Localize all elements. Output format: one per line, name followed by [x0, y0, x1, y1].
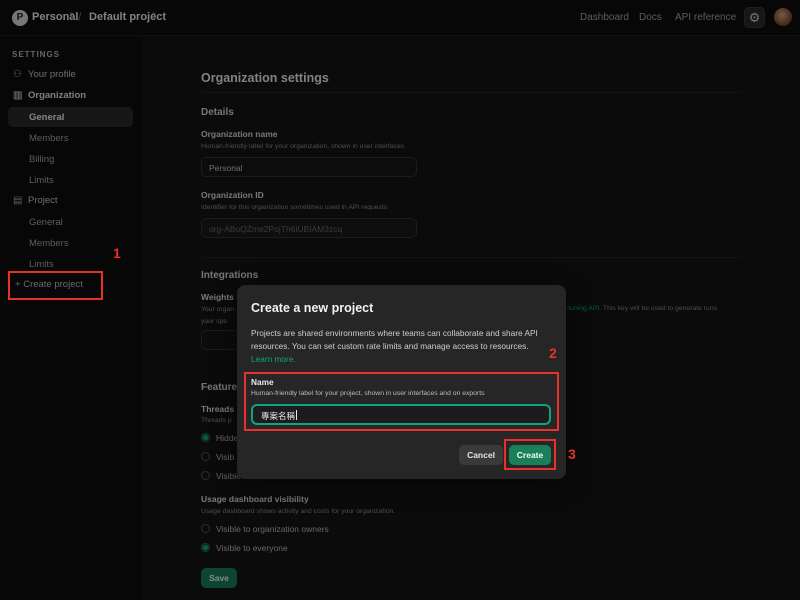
dialog-description: Projects are shared environments where t…	[251, 327, 551, 365]
annotation-number-3: 3	[568, 446, 576, 462]
annotation-box-create-project	[8, 271, 103, 300]
annotation-box-name	[244, 372, 559, 431]
annotation-number-2: 2	[549, 345, 557, 361]
annotation-number-1: 1	[113, 245, 121, 261]
annotation-box-create	[504, 439, 556, 470]
dialog-description-text: Projects are shared environments where t…	[251, 328, 538, 351]
dialog-title: Create a new project	[251, 301, 374, 315]
cancel-button[interactable]: Cancel	[459, 445, 503, 465]
learn-more-link[interactable]: Learn more.	[251, 354, 296, 364]
